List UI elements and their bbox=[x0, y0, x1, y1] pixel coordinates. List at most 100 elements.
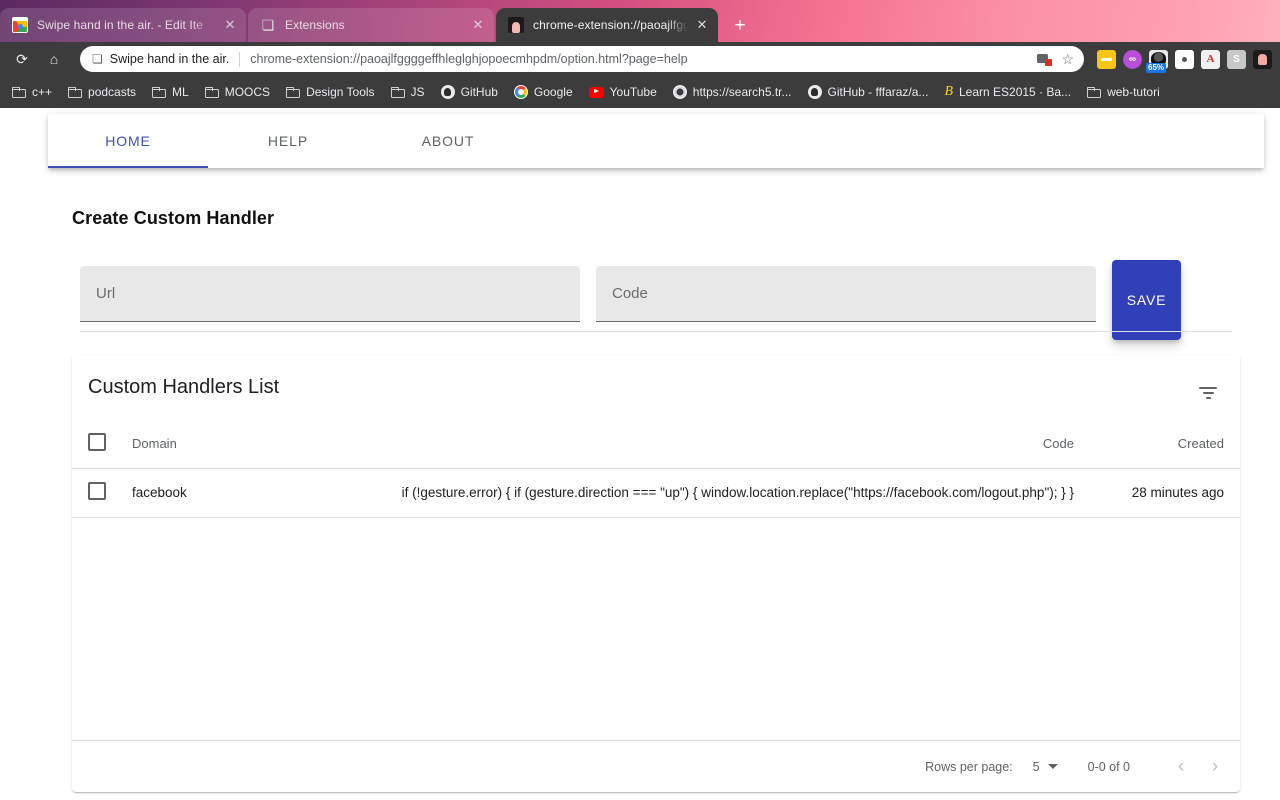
bookmark-item[interactable]: GitHub - fffaraz/a... bbox=[800, 80, 937, 104]
close-icon[interactable]: ✕ bbox=[470, 17, 486, 33]
bookmark-label: web-tutori bbox=[1107, 85, 1160, 99]
youtube-icon bbox=[588, 86, 604, 98]
tab-about-label: ABOUT bbox=[421, 133, 475, 149]
browser-tab-2[interactable]: ❏ Extensions ✕ bbox=[248, 8, 494, 42]
tab-strip: Swipe hand in the air. - Edit Ite ✕ ❏ Ex… bbox=[0, 0, 1280, 42]
code-input-placeholder: Code bbox=[612, 285, 648, 302]
puzzle-piece-icon: ❏ bbox=[261, 17, 275, 33]
browser-tab-1[interactable]: Swipe hand in the air. - Edit Ite ✕ bbox=[0, 8, 246, 42]
bookmark-label: GitHub - fffaraz/a... bbox=[827, 85, 929, 99]
bookmark-label: c++ bbox=[32, 85, 53, 99]
bookmark-item[interactable]: podcasts bbox=[60, 80, 144, 104]
column-header-code[interactable]: Code bbox=[352, 419, 1080, 468]
globe-icon bbox=[672, 85, 687, 99]
github-icon bbox=[440, 85, 455, 99]
chevron-down-icon bbox=[1047, 764, 1058, 769]
bookmark-item[interactable]: Design Tools bbox=[278, 80, 382, 104]
white-square-extension-icon[interactable] bbox=[1175, 49, 1194, 69]
dots-extension-icon[interactable] bbox=[1097, 49, 1116, 69]
previous-page-button[interactable]: ‹ bbox=[1164, 750, 1198, 784]
folder-icon bbox=[68, 86, 83, 98]
camera-blocked-icon[interactable] bbox=[1037, 53, 1053, 66]
bookmark-label: https://search5.tr... bbox=[692, 85, 792, 99]
bookmark-label: JS bbox=[410, 85, 425, 99]
purple-circle-extension-icon[interactable] bbox=[1123, 49, 1142, 69]
code-input[interactable]: Code bbox=[596, 266, 1096, 322]
tab-help[interactable]: HELP bbox=[208, 114, 368, 168]
bookmark-label: ML bbox=[172, 85, 189, 99]
bookmark-item[interactable]: JS bbox=[383, 80, 433, 104]
chrome-webstore-icon bbox=[12, 17, 28, 33]
cell-code-text: if (!gesture.error) { if (gesture.direct… bbox=[401, 485, 1074, 500]
handlers-table: Domain Code Created facebook if (!gestur… bbox=[72, 419, 1240, 518]
browser-window: Swipe hand in the air. - Edit Ite ✕ ❏ Ex… bbox=[0, 0, 1280, 800]
column-header-created[interactable]: Created bbox=[1080, 419, 1240, 468]
screen-recorder-extension-icon[interactable]: 65% bbox=[1146, 49, 1168, 73]
bookmark-item[interactable]: web-tutori bbox=[1079, 80, 1168, 104]
bookmark-item[interactable]: GitHub bbox=[433, 80, 506, 104]
table-header-row: Domain Code Created bbox=[72, 419, 1240, 468]
bookmark-item[interactable]: YouTube bbox=[581, 80, 665, 104]
url-input[interactable]: Url bbox=[80, 266, 580, 322]
bookmark-star-icon[interactable]: ☆ bbox=[1061, 51, 1074, 68]
bookmark-label: MOOCS bbox=[224, 85, 271, 99]
tab-home[interactable]: HOME bbox=[48, 114, 208, 168]
bookmark-item[interactable]: ML bbox=[144, 80, 197, 104]
select-all-checkbox[interactable] bbox=[88, 432, 106, 451]
column-header-domain[interactable]: Domain bbox=[132, 419, 352, 468]
hand-gesture-extension-icon[interactable] bbox=[1253, 49, 1272, 69]
github-icon bbox=[807, 85, 822, 99]
red-book-extension-icon[interactable] bbox=[1201, 49, 1220, 69]
table-head: Domain Code Created bbox=[72, 419, 1240, 468]
bookmark-label: podcasts bbox=[88, 85, 137, 99]
browser-tab-3-active[interactable]: chrome-extension://paoajlfggg ✕ bbox=[496, 8, 718, 42]
divider bbox=[80, 331, 1232, 332]
folder-icon bbox=[1087, 86, 1102, 98]
extension-options-page: HOME HELP ABOUT Create Custom Handler Ur… bbox=[0, 108, 1280, 800]
tab-about[interactable]: ABOUT bbox=[368, 114, 528, 168]
rows-per-page-select[interactable]: 5 bbox=[1033, 760, 1058, 774]
pagination-range-label: 0-0 of 0 bbox=[1087, 759, 1130, 774]
nav-tabs-card: HOME HELP ABOUT bbox=[48, 114, 1264, 168]
bookmark-label: YouTube bbox=[609, 85, 657, 99]
cell-code: if (!gesture.error) { if (gesture.direct… bbox=[352, 468, 1080, 517]
reload-icon[interactable]: ⟳ bbox=[9, 46, 35, 72]
rows-per-page-value: 5 bbox=[1032, 759, 1040, 774]
save-button[interactable]: SAVE bbox=[1112, 260, 1181, 340]
extension-tray: 65% S bbox=[1091, 49, 1274, 73]
select-all-cell bbox=[72, 419, 132, 468]
table-row[interactable]: facebook if (!gesture.error) { if (gestu… bbox=[72, 468, 1240, 517]
browser-tab-title: Extensions bbox=[285, 18, 345, 32]
next-page-button[interactable]: › bbox=[1198, 750, 1232, 784]
table-title: Custom Handlers List bbox=[88, 375, 280, 398]
bookmark-label: Design Tools bbox=[306, 85, 375, 99]
new-tab-button[interactable]: + bbox=[726, 11, 754, 39]
folder-icon bbox=[286, 86, 301, 98]
close-icon[interactable]: ✕ bbox=[694, 17, 710, 33]
bookmark-item[interactable]: B Learn ES2015 · Ba... bbox=[936, 80, 1079, 104]
hand-extension-icon bbox=[508, 17, 524, 33]
filter-list-icon[interactable] bbox=[1196, 381, 1220, 405]
bookmark-item[interactable]: Google bbox=[506, 80, 581, 104]
page-title: Create Custom Handler bbox=[72, 208, 275, 228]
folder-icon bbox=[152, 86, 167, 98]
create-handler-form: Url Code bbox=[80, 266, 1182, 332]
bookmark-item[interactable]: https://search5.tr... bbox=[665, 80, 800, 104]
bookmark-label: Learn ES2015 · Ba... bbox=[959, 85, 1072, 99]
s-extension-icon[interactable]: S bbox=[1227, 49, 1246, 69]
cell-domain: facebook bbox=[132, 485, 187, 500]
tab-home-label: HOME bbox=[105, 133, 151, 149]
bookmark-item[interactable]: MOOCS bbox=[197, 80, 278, 104]
address-bar[interactable]: ❏ Swipe hand in the air. chrome-extensio… bbox=[80, 46, 1084, 72]
folder-icon bbox=[12, 86, 26, 98]
cell-created: 28 minutes ago bbox=[1131, 485, 1224, 500]
folder-icon bbox=[390, 86, 405, 98]
bookmark-item[interactable]: c++ bbox=[4, 80, 60, 104]
table-toolbar: Custom Handlers List bbox=[72, 355, 1240, 419]
close-icon[interactable]: ✕ bbox=[222, 17, 238, 33]
puzzle-piece-icon: ❏ bbox=[92, 52, 103, 66]
browser-tab-title: Swipe hand in the air. - Edit Ite bbox=[37, 18, 204, 32]
home-icon[interactable]: ⌂ bbox=[41, 46, 67, 72]
row-checkbox[interactable] bbox=[88, 482, 106, 500]
url-text: chrome-extension://paoajlfggggeffhleglgh… bbox=[250, 52, 688, 66]
